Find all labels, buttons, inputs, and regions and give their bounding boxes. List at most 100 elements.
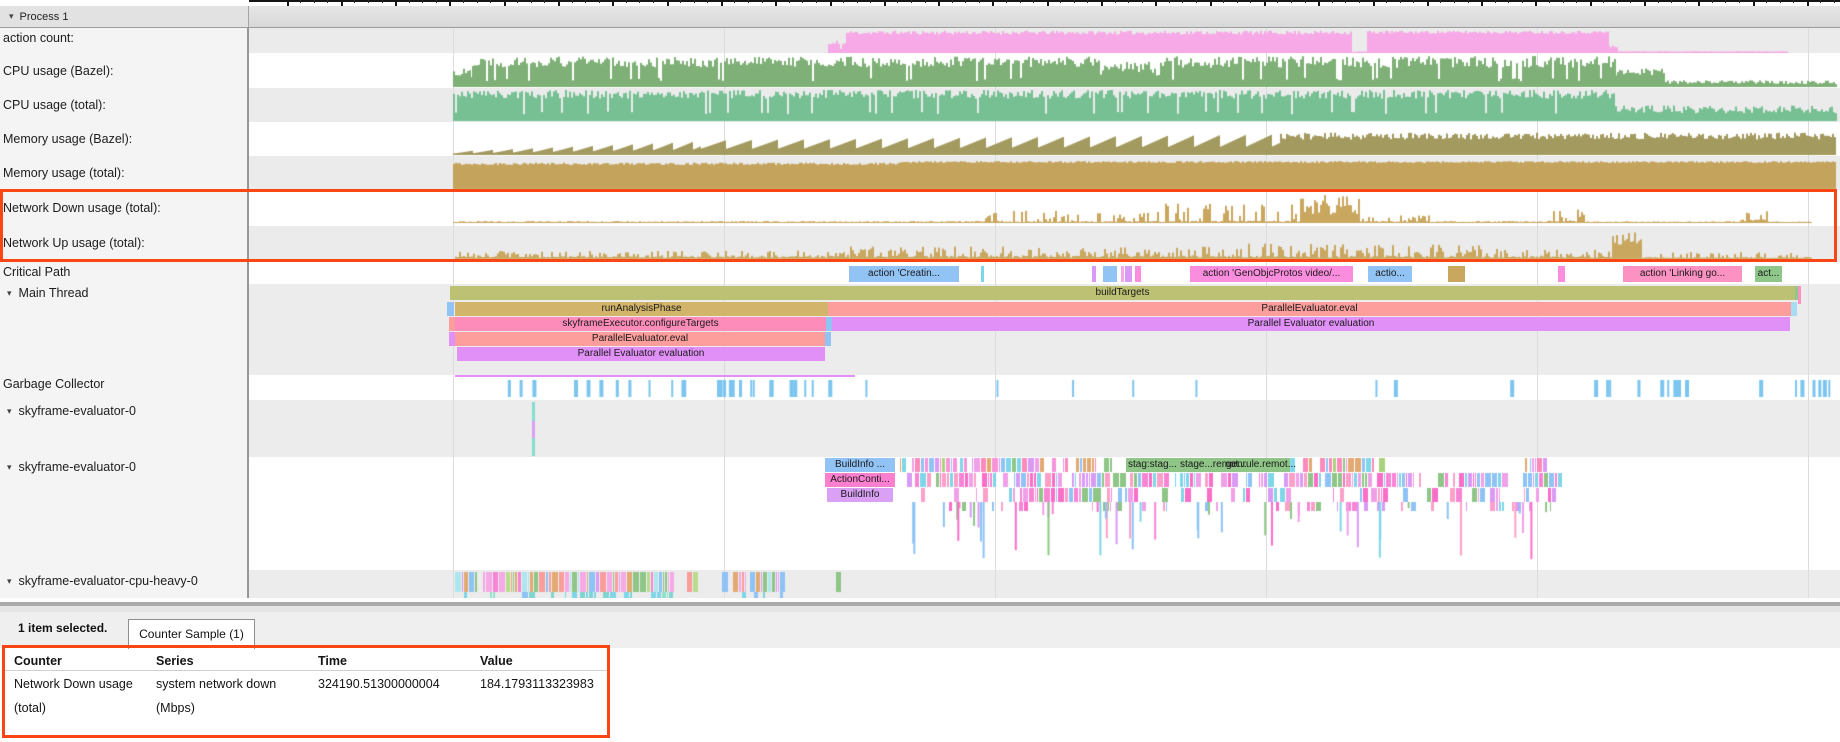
- track-label: CPU usage (total):: [3, 98, 106, 112]
- table-cell[interactable]: system network down (Mbps): [156, 672, 306, 720]
- sidebar-item-network-down-usage-total[interactable]: Network Down usage (total):: [0, 200, 245, 216]
- chevron-down-icon: ▾: [7, 462, 12, 473]
- ruler-minor-tick: [1793, 0, 1794, 3]
- table-cell[interactable]: 184.1793113323983: [480, 672, 606, 696]
- critical-path-span[interactable]: [1121, 266, 1124, 282]
- ruler-minor-tick: [816, 0, 817, 3]
- trace-span[interactable]: [447, 302, 454, 316]
- track-label: Critical Path: [3, 265, 70, 279]
- critical-path-span[interactable]: action 'GenObjcProtos video/...: [1190, 266, 1353, 282]
- critical-path-span[interactable]: [1448, 266, 1465, 282]
- ruler-minor-tick: [1182, 0, 1183, 3]
- trace-span[interactable]: ParallelEvaluator.eval: [455, 332, 825, 346]
- ruler-minor-tick: [382, 0, 383, 3]
- track-label: skyframe-evaluator-0: [19, 460, 136, 474]
- sidebar-item-skyframe-evaluator-0[interactable]: ▾skyframe-evaluator-0: [0, 403, 245, 419]
- ruler-minor-tick: [1332, 0, 1333, 3]
- critical-path-span[interactable]: [1125, 266, 1132, 282]
- track-label: skyframe-evaluator-cpu-heavy-0: [19, 574, 198, 588]
- critical-path-span[interactable]: action 'Creatin...: [849, 266, 959, 282]
- ruler-minor-tick: [422, 0, 423, 3]
- track-label: Memory usage (total):: [3, 166, 125, 180]
- critical-path-span[interactable]: [981, 266, 984, 282]
- evaluator-span[interactable]: ActionConti...: [825, 473, 895, 487]
- ruler-minor-tick: [1060, 0, 1061, 3]
- ruler-minor-tick: [653, 0, 654, 3]
- ruler-minor-tick: [1440, 0, 1441, 3]
- ruler-minor-tick: [694, 0, 695, 3]
- detail-panel: 1 item selected. Counter Sample (1) Coun…: [0, 612, 1840, 742]
- trace-span[interactable]: [1791, 302, 1797, 316]
- chevron-down-icon: ▾: [7, 406, 12, 417]
- ruler-minor-tick: [490, 0, 491, 3]
- trace-span[interactable]: ParallelEvaluator.eval: [828, 302, 1791, 316]
- ruler-minor-tick: [1142, 0, 1143, 3]
- sidebar-item-garbage-collector[interactable]: Garbage Collector: [0, 376, 245, 392]
- ruler-minor-tick: [409, 0, 410, 3]
- critical-path-span[interactable]: action 'Linking go...: [1623, 266, 1742, 282]
- ruler-minor-tick: [1454, 0, 1455, 3]
- ruler-minor-tick: [1305, 0, 1306, 3]
- trace-span[interactable]: Parallel Evaluator evaluation: [457, 347, 825, 361]
- evaluator-span[interactable]: BuildInfo: [827, 488, 893, 502]
- ruler-minor-tick: [734, 0, 735, 3]
- process-toggle[interactable]: ▾ Process 1: [0, 6, 249, 27]
- track-label: CPU usage (Bazel):: [3, 64, 113, 78]
- ruler-minor-tick: [1834, 0, 1835, 3]
- trace-span[interactable]: [825, 332, 831, 346]
- ruler-minor-tick: [1603, 0, 1604, 3]
- sidebar-item-main-thread[interactable]: ▾Main Thread: [0, 285, 245, 301]
- sidebar-item-network-up-usage-total[interactable]: Network Up usage (total):: [0, 235, 245, 251]
- sidebar-item-cpu-usage-bazel[interactable]: CPU usage (Bazel):: [0, 63, 245, 79]
- trace-viewer-app: ▾ Process 1 action 'Creatin... action 'Ge…: [0, 0, 1840, 742]
- trace-span[interactable]: runAnalysisPhase: [455, 302, 828, 316]
- trace-span[interactable]: skyframeExecutor.configureTargets: [455, 317, 826, 331]
- ruler-minor-tick: [1685, 0, 1686, 3]
- sidebar-item-critical-path[interactable]: Critical Path: [0, 264, 245, 280]
- timeline: action 'Creatin... action 'GenObjcProtos …: [0, 28, 1840, 600]
- tab-counter-sample[interactable]: Counter Sample (1): [128, 619, 255, 649]
- critical-path-span[interactable]: [1558, 266, 1565, 282]
- ruler-minor-tick: [979, 0, 980, 3]
- ruler-minor-tick: [748, 0, 749, 3]
- ruler-minor-tick: [1563, 0, 1564, 3]
- ruler-minor-tick: [762, 0, 763, 3]
- trace-span[interactable]: buildTargets: [450, 286, 1795, 300]
- ruler-minor-tick: [707, 0, 708, 3]
- ruler-minor-tick: [1169, 0, 1170, 3]
- ruler-minor-tick: [870, 0, 871, 3]
- sidebar-item-action-count[interactable]: action count:: [0, 30, 245, 46]
- ruler-minor-tick: [1074, 0, 1075, 3]
- sidebar-item-skyframe-evaluator-0[interactable]: ▾ skyframe-evaluator-0: [0, 459, 245, 475]
- ruler-minor-tick: [965, 0, 966, 3]
- ruler-minor-tick: [1196, 0, 1197, 3]
- chevron-down-icon: ▾: [7, 576, 12, 587]
- ruler-minor-tick: [1345, 0, 1346, 3]
- ruler-minor-tick: [1020, 0, 1021, 3]
- sidebar-item-skyframe-evaluator-cpu-heavy-0[interactable]: ▾ skyframe-evaluator-cpu-heavy-0: [0, 573, 245, 589]
- sidebar-item-memory-usage-total[interactable]: Memory usage (total):: [0, 165, 245, 181]
- ruler-baseline: [249, 0, 1840, 2]
- trace-span-fragment: [455, 375, 855, 377]
- critical-path-span[interactable]: actio...: [1368, 266, 1412, 282]
- table-cell[interactable]: 324190.51300000004: [318, 672, 476, 696]
- critical-path-span[interactable]: [1103, 266, 1117, 282]
- ruler-minor-tick: [1291, 0, 1292, 3]
- ruler-minor-tick: [1250, 0, 1251, 3]
- critical-path-span[interactable]: act...: [1755, 266, 1782, 282]
- critical-path-span[interactable]: [1092, 266, 1096, 282]
- sidebar-item-memory-usage-bazel[interactable]: Memory usage (Bazel):: [0, 131, 245, 147]
- chevron-down-icon: ▾: [7, 288, 12, 299]
- table-cell[interactable]: Network Down usage (total): [14, 672, 146, 720]
- trace-span[interactable]: [1798, 286, 1801, 304]
- sidebar-item-cpu-usage-total[interactable]: CPU usage (total):: [0, 97, 245, 113]
- trace-span[interactable]: Parallel Evaluator evaluation: [832, 317, 1790, 331]
- evaluator-span[interactable]: BuildInfo ...: [825, 458, 895, 472]
- ruler-minor-tick: [436, 0, 437, 3]
- ruler-minor-tick: [857, 0, 858, 3]
- track-label: Network Down usage (total):: [3, 201, 161, 215]
- track-label: Garbage Collector: [3, 377, 104, 391]
- ruler-minor-tick: [897, 0, 898, 3]
- ruler-minor-tick: [463, 0, 464, 3]
- critical-path-span[interactable]: [1135, 266, 1141, 282]
